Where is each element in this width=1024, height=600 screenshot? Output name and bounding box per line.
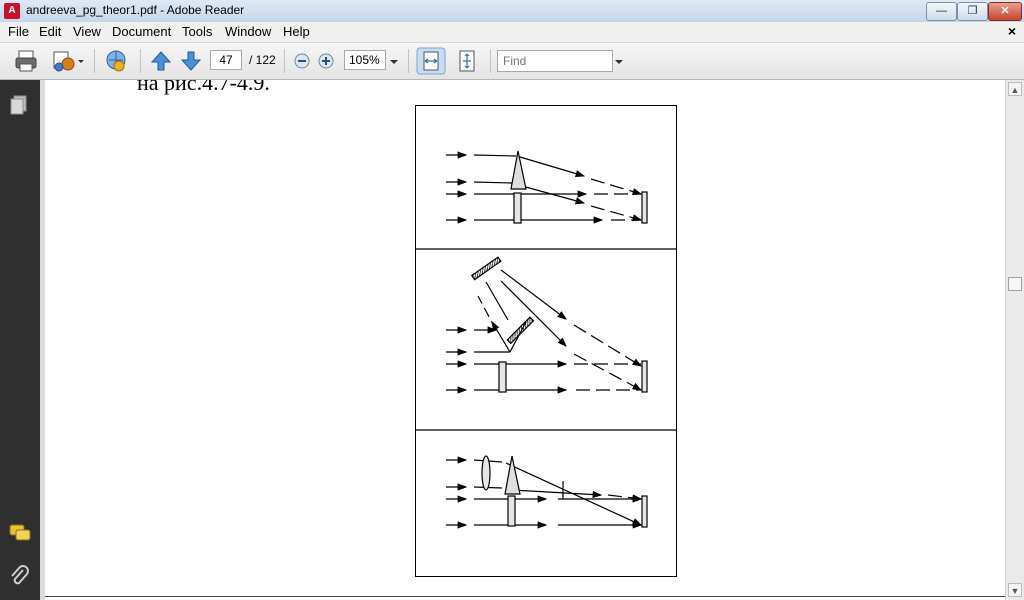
menu-help[interactable]: Help: [283, 24, 310, 39]
fit-width-icon[interactable]: [416, 47, 446, 75]
toolbar-separator: [94, 49, 95, 73]
pages-icon[interactable]: [8, 94, 30, 116]
previous-page-icon[interactable]: [148, 47, 174, 75]
print-icon[interactable]: [12, 47, 40, 75]
comments-icon[interactable]: [8, 522, 32, 544]
fit-page-icon[interactable]: [452, 47, 482, 75]
menu-document[interactable]: Document: [112, 24, 171, 39]
toolbar-separator: [284, 49, 285, 73]
attachments-icon[interactable]: [8, 564, 30, 588]
page-total: / 122: [249, 53, 276, 67]
page-number-input[interactable]: [210, 50, 242, 70]
zoom-in-icon[interactable]: [316, 47, 336, 75]
zoom-out-icon[interactable]: [292, 47, 312, 75]
optics-figure: [415, 105, 677, 577]
menu-file[interactable]: File: [8, 24, 29, 39]
next-page-icon[interactable]: [178, 47, 204, 75]
toolbar-separator: [408, 49, 409, 73]
menu-window[interactable]: Window: [225, 24, 271, 39]
scroll-up-arrow-icon[interactable]: ▲: [1008, 82, 1022, 96]
diagram-prism-panel: [446, 150, 648, 224]
document-view: на рис.4.7-4.9.: [45, 80, 1005, 600]
scroll-thumb[interactable]: [1008, 277, 1022, 291]
find-dropdown-icon[interactable]: [613, 47, 625, 75]
toolbar-separator: [140, 49, 141, 73]
diagram-lens-prism-panel: [446, 455, 648, 529]
toolbar-separator: [490, 49, 491, 73]
page-boundary: [45, 596, 1005, 600]
vertical-scrollbar[interactable]: ▲ ▼: [1005, 80, 1024, 600]
toolbar: / 122: [0, 43, 1024, 80]
export-icon[interactable]: [48, 47, 86, 75]
close-document-icon[interactable]: ×: [1008, 23, 1016, 39]
title-bar: A andreeva_pg_theor1.pdf - Adobe Reader …: [0, 0, 1024, 23]
window-title: andreeva_pg_theor1.pdf - Adobe Reader: [26, 3, 245, 17]
minimize-button[interactable]: —: [926, 2, 957, 21]
optics-diagrams: [416, 150, 676, 529]
scroll-down-arrow-icon[interactable]: ▼: [1008, 583, 1022, 597]
diagram-mirror-panel: [446, 256, 648, 394]
caption-text: на рис.4.7-4.9.: [137, 80, 270, 95]
find-input[interactable]: [497, 50, 613, 72]
menu-view[interactable]: View: [73, 24, 101, 39]
navigation-panel: [0, 80, 40, 600]
collaborate-icon[interactable]: [102, 47, 132, 75]
menu-edit[interactable]: Edit: [39, 24, 61, 39]
menu-tools[interactable]: Tools: [182, 24, 212, 39]
zoom-level-input[interactable]: [344, 50, 386, 70]
zoom-dropdown-icon[interactable]: [388, 47, 400, 75]
adobe-reader-icon: A: [4, 3, 20, 19]
maximize-button[interactable]: ❐: [957, 2, 988, 21]
close-button[interactable]: ✕: [988, 2, 1022, 21]
menu-bar: File Edit View Document Tools Window Hel…: [0, 22, 1024, 43]
